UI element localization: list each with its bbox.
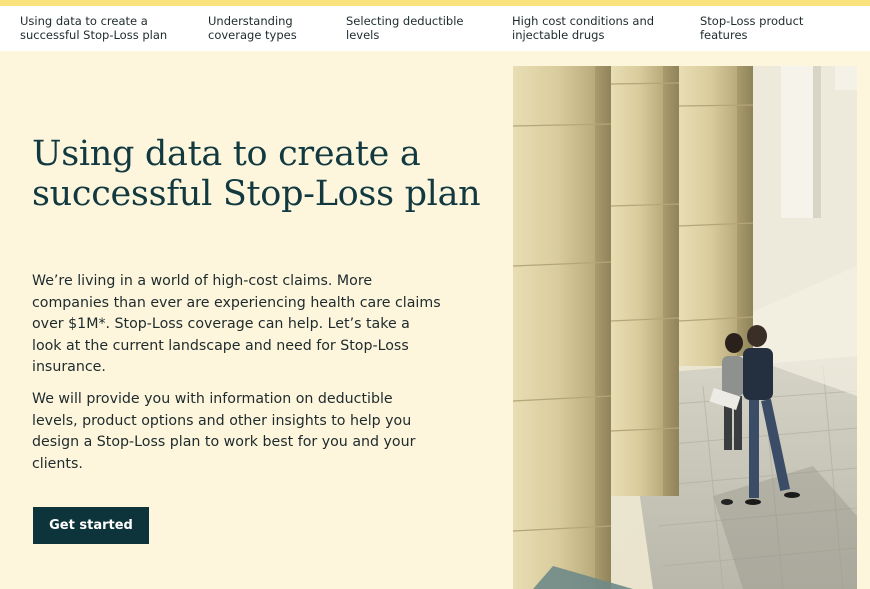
info-paragraph: We will provide you with information on … <box>32 391 416 472</box>
nav-item-product-features[interactable]: Stop-Loss product features <box>700 14 810 42</box>
section-nav: Using data to create a successful Stop-L… <box>0 6 870 51</box>
intro-paragraph: We’re living in a world of high-cost cla… <box>32 273 441 375</box>
page-title: Using data to create a successful Stop-L… <box>32 134 481 214</box>
nav-item-using-data[interactable]: Using data to create a successful Stop-L… <box>20 14 170 42</box>
nav-item-high-cost-conditions[interactable]: High cost conditions and injectable drug… <box>512 14 657 42</box>
nav-item-coverage-types[interactable]: Understanding coverage types <box>208 14 308 42</box>
hero-photo <box>513 66 857 589</box>
nav-item-deductible-levels[interactable]: Selecting deductible levels <box>346 14 466 42</box>
get-started-button[interactable]: Get started <box>33 507 149 544</box>
